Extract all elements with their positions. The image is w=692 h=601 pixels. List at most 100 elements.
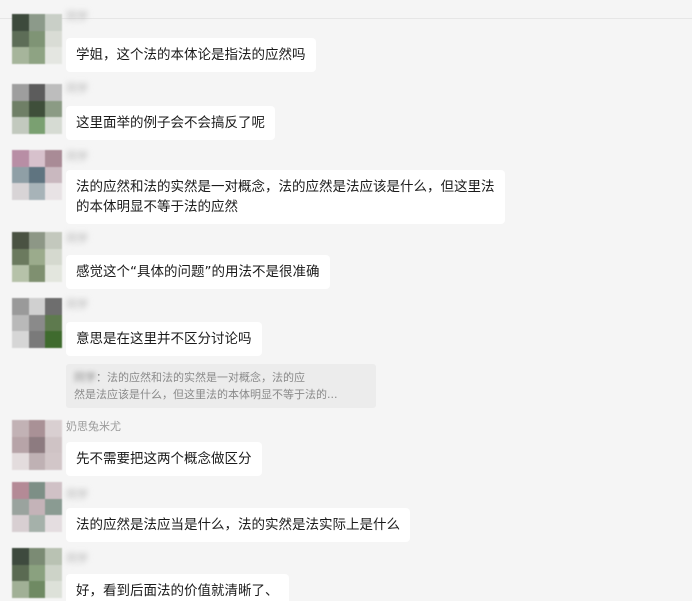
message-text: 法的应然是法应当是什么，法的实然是法实际上是什么 <box>76 517 400 533</box>
avatar[interactable] <box>12 232 62 282</box>
avatar-pixel <box>45 331 62 348</box>
avatar-pixel <box>45 100 62 118</box>
header-divider <box>0 18 692 19</box>
avatar-pixel <box>45 548 62 565</box>
avatar-pixel <box>45 150 62 167</box>
avatar-pixel <box>28 331 46 348</box>
message-bubble[interactable]: 这里面举的例子会不会搞反了呢 <box>66 106 275 140</box>
avatar[interactable] <box>12 14 62 64</box>
avatar-pixel <box>12 548 29 565</box>
avatar-pixel <box>28 314 46 332</box>
avatar-pixel <box>28 482 46 499</box>
avatar-pixel <box>45 453 62 470</box>
avatar-pixel <box>45 47 62 64</box>
avatar[interactable] <box>12 420 62 470</box>
avatar-pixel <box>45 298 62 315</box>
sender-name: 同学 <box>66 150 88 163</box>
message-bubble[interactable]: 意思是在这里并不区分讨论吗 <box>66 322 262 356</box>
avatar-pixel <box>45 420 62 437</box>
avatar[interactable] <box>12 548 62 598</box>
avatar-pixel <box>45 314 62 332</box>
avatar-pixel <box>28 166 46 184</box>
avatar-pixel <box>12 248 29 266</box>
avatar-pixel <box>28 453 46 470</box>
avatar-pixel <box>45 581 62 598</box>
sender-name: 同学 <box>66 488 88 501</box>
avatar-pixel <box>12 14 29 31</box>
avatar-pixel <box>45 436 62 454</box>
message-bubble[interactable]: 好，看到后面法的价值就清晰了、 <box>66 574 289 601</box>
quote-text: 然是法应该是什么，但这里法的本体明显不等于法的... <box>74 388 338 401</box>
message-text: 学姐，这个法的本体论是指法的应然吗 <box>76 47 306 63</box>
avatar-pixel <box>28 436 46 454</box>
avatar-pixel <box>28 14 46 31</box>
message-bubble[interactable]: 法的应然和法的实然是一对概念，法的应然是法应该是什么，但这里法 的本体明显不等于… <box>66 170 505 224</box>
avatar-pixel <box>12 498 29 516</box>
avatar-pixel <box>12 515 29 532</box>
avatar-pixel <box>28 100 46 118</box>
avatar-pixel <box>28 30 46 48</box>
message-text: 法的应然和法的实然是一对概念，法的应然是法应该是什么，但这里法 <box>76 179 495 195</box>
avatar[interactable] <box>12 84 62 134</box>
quoted-sender: 同学 <box>74 371 96 384</box>
avatar-pixel <box>45 14 62 31</box>
avatar-pixel <box>45 515 62 532</box>
avatar-pixel <box>45 117 62 134</box>
message-bubble[interactable]: 法的应然是法应当是什么，法的实然是法实际上是什么 <box>66 508 410 542</box>
avatar-pixel <box>12 581 29 598</box>
avatar-pixel <box>28 298 46 315</box>
avatar-pixel <box>12 298 29 315</box>
message-text: 先不需要把这两个概念做区分 <box>76 451 252 467</box>
avatar-pixel <box>28 183 46 200</box>
avatar-pixel <box>12 183 29 200</box>
quoted-message[interactable]: 同学：法的应然和法的实然是一对概念，法的应 然是法应该是什么，但这里法的本体明显… <box>66 364 376 408</box>
sender-name: 同学 <box>66 232 88 245</box>
message-bubble[interactable]: 感觉这个“具体的问题”的用法不是很准确 <box>66 255 330 289</box>
avatar-pixel <box>28 248 46 266</box>
avatar-pixel <box>12 150 29 167</box>
message-text: 好，看到后面法的价值就清晰了、 <box>76 583 279 599</box>
avatar-pixel <box>12 84 29 101</box>
avatar-pixel <box>28 232 46 249</box>
sender-name: 奶思兔米尤 <box>66 420 121 433</box>
avatar-pixel <box>28 420 46 437</box>
avatar-pixel <box>45 232 62 249</box>
avatar-pixel <box>28 548 46 565</box>
message-bubble[interactable]: 先不需要把这两个概念做区分 <box>66 442 262 476</box>
avatar-pixel <box>12 232 29 249</box>
avatar-pixel <box>45 248 62 266</box>
avatar-pixel <box>45 482 62 499</box>
avatar-pixel <box>45 166 62 184</box>
avatar-pixel <box>12 436 29 454</box>
message-text: 这里面举的例子会不会搞反了呢 <box>76 115 265 131</box>
message-text: 的本体明显不等于法的应然 <box>76 199 238 215</box>
quote-text: ：法的应然和法的实然是一对概念，法的应 <box>96 371 305 384</box>
avatar-pixel <box>45 265 62 282</box>
avatar[interactable] <box>12 482 62 532</box>
avatar-pixel <box>28 84 46 101</box>
avatar-pixel <box>12 30 29 48</box>
sender-name: 同学 <box>66 552 88 565</box>
avatar-pixel <box>12 100 29 118</box>
avatar-pixel <box>12 482 29 499</box>
sender-name: 同学 <box>66 298 88 311</box>
avatar-pixel <box>28 498 46 516</box>
sender-name: 同学 <box>66 10 88 23</box>
avatar-pixel <box>28 564 46 582</box>
avatar-pixel <box>28 117 46 134</box>
avatar-pixel <box>45 84 62 101</box>
avatar-pixel <box>12 453 29 470</box>
avatar-pixel <box>12 166 29 184</box>
avatar-pixel <box>12 265 29 282</box>
avatar-pixel <box>45 498 62 516</box>
message-bubble[interactable]: 学姐，这个法的本体论是指法的应然吗 <box>66 38 316 72</box>
avatar-pixel <box>28 581 46 598</box>
avatar-pixel <box>12 314 29 332</box>
avatar[interactable] <box>12 298 62 348</box>
avatar-pixel <box>28 265 46 282</box>
avatar-pixel <box>28 47 46 64</box>
avatar-pixel <box>12 47 29 64</box>
avatar-pixel <box>45 564 62 582</box>
avatar[interactable] <box>12 150 62 200</box>
avatar-pixel <box>12 564 29 582</box>
